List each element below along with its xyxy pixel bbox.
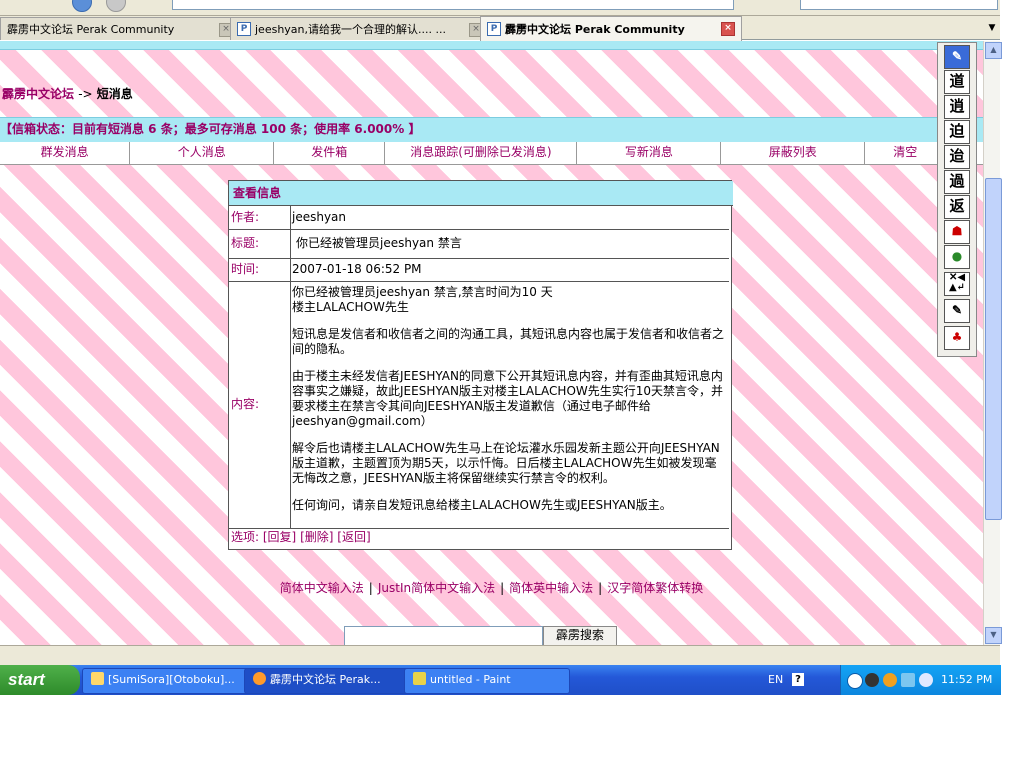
page-scrollbar[interactable]: ▲ ▼ xyxy=(983,41,1002,645)
menu-message-tracking[interactable]: 消息跟踪(可删除已发消息) xyxy=(385,142,578,164)
title-label: 标题: xyxy=(229,230,291,258)
arrows-icon[interactable]: ✕◀ ▲↵ xyxy=(944,272,970,296)
tab-bar: 霹雳中文论坛 Perak Community × P jeeshyan,请给我一… xyxy=(0,16,1000,41)
ime-char-button[interactable]: 迨 xyxy=(944,145,970,169)
time-row: 时间: 2007-01-18 06:52 PM xyxy=(229,259,729,282)
taskbar-item-browser[interactable]: 霹雳中文论坛 Perak... xyxy=(244,668,410,694)
breadcrumb: 霹雳中文论坛 -> 短消息 xyxy=(2,85,133,102)
close-icon[interactable]: × xyxy=(721,22,735,36)
footer-link-justin-ime[interactable]: JustIn简体中文输入法 xyxy=(378,581,495,595)
cat-icon[interactable] xyxy=(865,673,879,687)
browser-toolbar xyxy=(0,0,1000,16)
footer-link-convert[interactable]: 汉字简体繁体转换 xyxy=(607,581,703,595)
tab-label: 霹雳中文论坛 Perak Community xyxy=(7,23,175,36)
search-bar[interactable] xyxy=(800,0,998,10)
options-row: 选项: [回复] [删除] [返回] xyxy=(229,528,731,548)
taskbar-item-video[interactable]: [SumiSora][Otoboku]... xyxy=(82,668,250,694)
tab-list-dropdown-icon[interactable]: ▼ xyxy=(984,16,1000,40)
back-link[interactable]: [返回] xyxy=(337,530,370,544)
tab-perak-active[interactable]: P 霹雳中文论坛 Perak Community × xyxy=(480,16,742,41)
forum-search-input[interactable] xyxy=(344,626,543,645)
task-label: 霹雳中文论坛 Perak... xyxy=(270,673,381,686)
page-icon: P xyxy=(487,22,501,36)
tab-jeeshyan[interactable]: P jeeshyan,请给我一个合理的解认.... ... × xyxy=(230,17,490,40)
globe-icon[interactable]: ● xyxy=(944,245,970,269)
page-content: 霹雳中文论坛 -> 短消息 【信箱状态：目前有短消息 6 条；最多可存消息 10… xyxy=(0,41,983,645)
author-label: 作者: xyxy=(229,206,291,229)
content-label: 内容: xyxy=(229,282,291,528)
firefox-icon xyxy=(253,672,266,685)
message-paragraph: 由于楼主未经发信者JEESHYAN的同意下公开其短讯息内容，并有歪曲其短讯息内容… xyxy=(292,369,724,428)
breadcrumb-home-link[interactable]: 霹雳中文论坛 xyxy=(2,87,74,101)
ime-char-button[interactable]: 逍 xyxy=(944,95,970,119)
network-icon[interactable] xyxy=(901,673,915,687)
message-menu: 群发消息 个人消息 发件箱 消息跟踪(可删除已发消息) 写新消息 屏蔽列表 清空 xyxy=(0,142,983,165)
ime-char-button[interactable]: 道 xyxy=(944,70,970,94)
clock: 11:52 PM xyxy=(941,673,993,686)
messenger-icon[interactable] xyxy=(883,673,897,687)
menu-personal-message[interactable]: 个人消息 xyxy=(130,142,275,164)
taskbar: start [SumiSora][Otoboku]... 霹雳中文论坛 Pera… xyxy=(0,665,1001,695)
help-icon[interactable]: ? xyxy=(792,673,804,686)
footer-link-simplified-ime[interactable]: 简体中文输入法 xyxy=(280,581,364,595)
message-paragraph: 任何询问，请亲自发短讯息给楼主LALACHOW先生或JEESHYAN版主。 xyxy=(292,498,672,512)
footer-link-english-chinese-ime[interactable]: 简体英中输入法 xyxy=(509,581,593,595)
menu-write-new[interactable]: 写新消息 xyxy=(577,142,722,164)
author-value: jeeshyan xyxy=(292,210,347,224)
menu-group-message[interactable]: 群发消息 xyxy=(0,142,131,164)
breadcrumb-current: 短消息 xyxy=(96,87,133,101)
header-strip xyxy=(0,41,983,50)
delete-link[interactable]: [删除] xyxy=(300,530,333,544)
back-icon[interactable] xyxy=(72,0,92,12)
taskbar-item-paint[interactable]: untitled - Paint xyxy=(404,668,570,694)
address-bar[interactable] xyxy=(172,0,734,10)
paint-icon xyxy=(413,672,426,685)
author-row: 作者: jeeshyan xyxy=(229,206,729,230)
footer-links: 简体中文输入法 | JustIn简体中文输入法 | 简体英中输入法 | 汉字简体繁体转换 xyxy=(279,581,704,595)
time-value: 2007-01-18 06:52 PM xyxy=(292,262,422,276)
reply-link[interactable]: [回复] xyxy=(263,530,296,544)
language-indicator[interactable]: EN xyxy=(768,665,783,695)
title-row: 标题: 你已经被管理员jeeshyan 禁言 xyxy=(229,230,729,259)
tab-perak-1[interactable]: 霹雳中文论坛 Perak Community × xyxy=(0,17,240,40)
chevron-left-icon[interactable] xyxy=(847,673,863,689)
message-panel-title: 查看信息 xyxy=(229,181,733,206)
options-label: 选项: xyxy=(231,530,260,544)
mailbox-status: 【信箱状态：目前有短消息 6 条；最多可存消息 100 条；使用率 6.000%… xyxy=(0,117,983,143)
browser-status-bar xyxy=(0,645,1000,665)
ime-toolbar: ✎ 道 逍 迫 迨 過 返 ☗ ● ✕◀ ▲↵ ✎ ♣ xyxy=(937,42,977,357)
menu-block-list[interactable]: 屏蔽列表 xyxy=(721,142,866,164)
task-label: untitled - Paint xyxy=(430,673,511,686)
volume-icon[interactable] xyxy=(919,673,933,687)
brush-icon[interactable]: ✎ xyxy=(944,299,970,323)
ime-char-button[interactable]: 迫 xyxy=(944,120,970,144)
menu-outbox[interactable]: 发件箱 xyxy=(274,142,386,164)
system-tray: 11:52 PM xyxy=(840,665,1001,695)
page-icon: P xyxy=(237,22,251,36)
tab-label: jeeshyan,请给我一个合理的解认.... ... xyxy=(255,23,446,36)
forum-search-button[interactable]: 霹雳搜索 xyxy=(543,626,617,645)
pen-icon[interactable]: ✎ xyxy=(944,45,970,69)
ime-char-button[interactable]: 過 xyxy=(944,170,970,194)
settings-icon[interactable]: ♣ xyxy=(944,326,970,350)
title-value: 你已经被管理员jeeshyan 禁言 xyxy=(296,236,462,250)
message-panel: 查看信息 作者: jeeshyan 标题: 你已经被管理员jeeshyan 禁言… xyxy=(228,180,733,550)
ime-char-button[interactable]: 返 xyxy=(944,195,970,219)
message-body: 你已经被管理员jeeshyan 禁言,禁言时间为10 天 楼主LALACHOW先… xyxy=(292,285,726,525)
scroll-up-icon[interactable]: ▲ xyxy=(985,42,1002,59)
content-row: 内容: 你已经被管理员jeeshyan 禁言,禁言时间为10 天 楼主LALAC… xyxy=(229,282,729,529)
scroll-thumb[interactable] xyxy=(985,178,1002,520)
start-button[interactable]: start xyxy=(0,665,80,695)
scroll-down-icon[interactable]: ▼ xyxy=(985,627,1002,644)
message-paragraph: 你已经被管理员jeeshyan 禁言,禁言时间为10 天 楼主LALACHOW先… xyxy=(292,285,553,314)
task-label: [SumiSora][Otoboku]... xyxy=(108,673,235,686)
ghost-icon[interactable]: ☗ xyxy=(944,220,970,244)
message-paragraph: 解令后也请楼主LALACHOW先生马上在论坛灌水乐园发新主题公开向JEESHYA… xyxy=(292,441,720,485)
breadcrumb-arrow: -> xyxy=(78,87,93,101)
video-app-icon xyxy=(91,672,104,685)
time-label: 时间: xyxy=(229,259,291,281)
tab-label: 霹雳中文论坛 Perak Community xyxy=(505,23,685,36)
message-paragraph: 短讯息是发信者和收信者之间的沟通工具，其短讯息内容也属于发信者和收信者之间的隐私… xyxy=(292,327,725,356)
forward-icon[interactable] xyxy=(106,0,126,12)
